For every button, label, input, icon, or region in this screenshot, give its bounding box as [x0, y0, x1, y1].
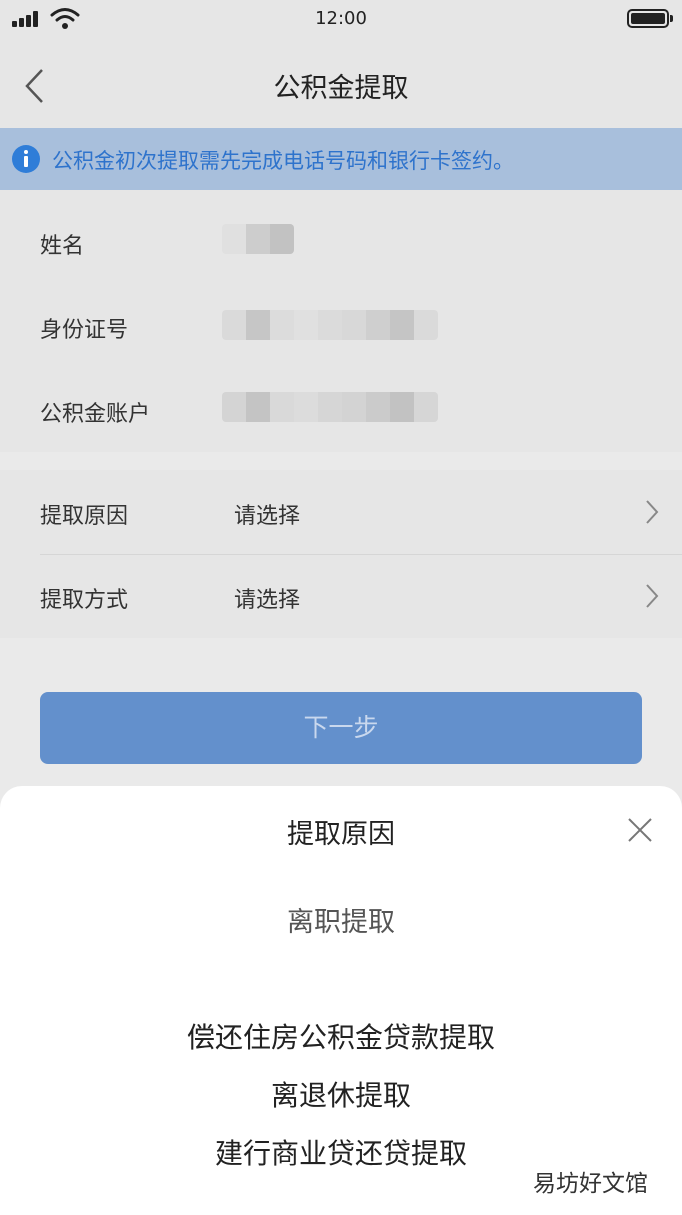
- withdrawal-method-label: 提取方式: [40, 588, 129, 613]
- personal-info-section: 姓名 身份证号 公积金账户: [0, 190, 682, 452]
- notice-banner: 公积金初次提取需先完成电话号码和银行卡签约。: [0, 128, 682, 190]
- status-time: 12:00: [315, 8, 367, 29]
- id-number-row: 身份证号: [0, 284, 682, 368]
- withdrawal-method-row[interactable]: 提取方式 请选择: [0, 554, 682, 638]
- fund-account-label: 公积金账户: [40, 402, 151, 427]
- withdrawal-method-value: 请选择: [234, 588, 301, 613]
- reason-picker-sheet: 提取原因 离职提取 偿还住房公积金贷款提取 离退休提取 建行商业贷还贷提取: [0, 786, 682, 1215]
- watermark-text: 易坊好文馆: [533, 1171, 648, 1197]
- withdrawal-reason-row[interactable]: 提取原因 请选择: [0, 470, 682, 554]
- picker-option-resignation[interactable]: 离职提取: [0, 900, 682, 939]
- next-step-button[interactable]: 下一步: [40, 692, 642, 764]
- info-icon: [12, 145, 40, 173]
- id-number-label: 身份证号: [40, 318, 129, 343]
- sheet-title: 提取原因: [287, 819, 395, 850]
- page-title: 公积金提取: [273, 73, 409, 104]
- chevron-right-icon: [646, 500, 659, 524]
- close-icon[interactable]: [626, 816, 654, 844]
- withdrawal-reason-label: 提取原因: [40, 504, 129, 529]
- name-row: 姓名: [0, 200, 682, 284]
- notice-text: 公积金初次提取需先完成电话号码和银行卡签约。: [52, 149, 514, 173]
- chevron-right-icon: [646, 584, 659, 608]
- picker-option-retirement[interactable]: 离退休提取: [0, 1074, 682, 1114]
- fund-account-masked-value: [222, 392, 438, 422]
- fund-account-row: 公积金账户: [0, 368, 682, 452]
- name-label: 姓名: [40, 234, 85, 259]
- picker-option-loan-repayment[interactable]: 偿还住房公积金贷款提取: [0, 1016, 682, 1056]
- name-masked-value: [222, 224, 294, 254]
- id-number-masked-value: [222, 310, 438, 340]
- withdrawal-reason-value: 请选择: [234, 504, 301, 529]
- nav-bar: 公积金提取: [0, 40, 682, 128]
- status-bar: 12:00: [0, 0, 682, 40]
- battery-icon: [627, 9, 673, 28]
